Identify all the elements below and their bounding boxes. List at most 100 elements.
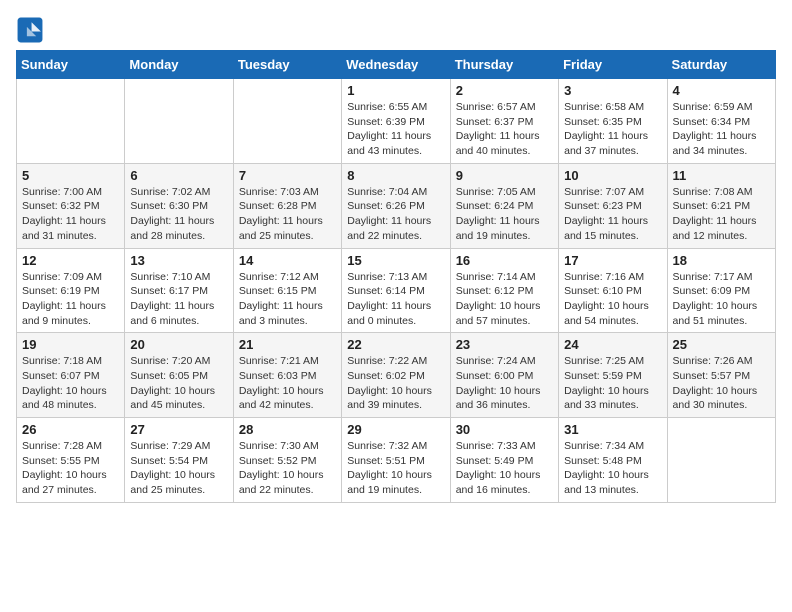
day-info: Sunrise: 6:57 AM Sunset: 6:37 PM Dayligh… [456, 100, 553, 159]
day-info: Sunrise: 7:17 AM Sunset: 6:09 PM Dayligh… [673, 270, 770, 329]
calendar-cell: 14Sunrise: 7:12 AM Sunset: 6:15 PM Dayli… [233, 248, 341, 333]
day-info: Sunrise: 7:07 AM Sunset: 6:23 PM Dayligh… [564, 185, 661, 244]
day-info: Sunrise: 7:04 AM Sunset: 6:26 PM Dayligh… [347, 185, 444, 244]
day-info: Sunrise: 7:29 AM Sunset: 5:54 PM Dayligh… [130, 439, 227, 498]
day-info: Sunrise: 7:00 AM Sunset: 6:32 PM Dayligh… [22, 185, 119, 244]
calendar-cell [667, 418, 775, 503]
calendar-cell: 7 Sunrise: 7:03 AM Sunset: 6:28 PM Daylig… [233, 163, 341, 248]
weekday-header-sunday: Sunday [17, 51, 125, 79]
calendar-cell: 6 Sunrise: 7:02 AM Sunset: 6:30 PM Daylig… [125, 163, 233, 248]
day-number: 24 [564, 337, 661, 352]
calendar-cell: 18 Sunrise: 7:17 AM Sunset: 6:09 PM Dayli… [667, 248, 775, 333]
day-info: Sunrise: 7:28 AM Sunset: 5:55 PM Dayligh… [22, 439, 119, 498]
logo [16, 16, 48, 44]
page-header [16, 16, 776, 44]
calendar-cell: 8 Sunrise: 7:04 AM Sunset: 6:26 PM Daylig… [342, 163, 450, 248]
day-number: 12 [22, 253, 119, 268]
day-info: Sunrise: 7:32 AM Sunset: 5:51 PM Dayligh… [347, 439, 444, 498]
day-number: 14 [239, 253, 336, 268]
day-number: 26 [22, 422, 119, 437]
day-number: 8 [347, 168, 444, 183]
calendar-cell: 10 Sunrise: 7:07 AM Sunset: 6:23 PM Dayli… [559, 163, 667, 248]
calendar-cell: 30Sunrise: 7:33 AM Sunset: 5:49 PM Dayli… [450, 418, 558, 503]
calendar-cell: 21 Sunrise: 7:21 AM Sunset: 6:03 PM Dayli… [233, 333, 341, 418]
logo-icon [16, 16, 44, 44]
calendar-cell: 3Sunrise: 6:58 AM Sunset: 6:35 PM Daylig… [559, 79, 667, 164]
day-number: 23 [456, 337, 553, 352]
day-info: Sunrise: 7:33 AM Sunset: 5:49 PM Dayligh… [456, 439, 553, 498]
day-info: Sunrise: 7:30 AM Sunset: 5:52 PM Dayligh… [239, 439, 336, 498]
weekday-header-tuesday: Tuesday [233, 51, 341, 79]
calendar-cell: 26 Sunrise: 7:28 AM Sunset: 5:55 PM Dayli… [17, 418, 125, 503]
day-number: 21 [239, 337, 336, 352]
calendar-cell: 24 Sunrise: 7:25 AM Sunset: 5:59 PM Dayli… [559, 333, 667, 418]
day-info: Sunrise: 7:13 AM Sunset: 6:14 PM Dayligh… [347, 270, 444, 329]
calendar-cell: 28 Sunrise: 7:30 AM Sunset: 5:52 PM Dayli… [233, 418, 341, 503]
day-number: 1 [347, 83, 444, 98]
calendar-cell: 17 Sunrise: 7:16 AM Sunset: 6:10 PM Dayli… [559, 248, 667, 333]
day-number: 27 [130, 422, 227, 437]
calendar-cell: 2Sunrise: 6:57 AM Sunset: 6:37 PM Daylig… [450, 79, 558, 164]
calendar-cell: 16 Sunrise: 7:14 AM Sunset: 6:12 PM Dayli… [450, 248, 558, 333]
weekday-header-wednesday: Wednesday [342, 51, 450, 79]
calendar-cell: 29 Sunrise: 7:32 AM Sunset: 5:51 PM Dayli… [342, 418, 450, 503]
day-info: Sunrise: 7:05 AM Sunset: 6:24 PM Dayligh… [456, 185, 553, 244]
day-number: 9 [456, 168, 553, 183]
calendar-cell: 9 Sunrise: 7:05 AM Sunset: 6:24 PM Daylig… [450, 163, 558, 248]
calendar-week-row: 1Sunrise: 6:55 AM Sunset: 6:39 PM Daylig… [17, 79, 776, 164]
calendar-header-row: SundayMondayTuesdayWednesdayThursdayFrid… [17, 51, 776, 79]
day-number: 4 [673, 83, 770, 98]
day-info: Sunrise: 7:34 AM Sunset: 5:48 PM Dayligh… [564, 439, 661, 498]
calendar-cell: 22 Sunrise: 7:22 AM Sunset: 6:02 PM Dayli… [342, 333, 450, 418]
calendar-cell: 1Sunrise: 6:55 AM Sunset: 6:39 PM Daylig… [342, 79, 450, 164]
day-number: 22 [347, 337, 444, 352]
calendar-cell: 11 Sunrise: 7:08 AM Sunset: 6:21 PM Dayli… [667, 163, 775, 248]
day-number: 18 [673, 253, 770, 268]
day-info: Sunrise: 7:02 AM Sunset: 6:30 PM Dayligh… [130, 185, 227, 244]
day-info: Sunrise: 7:26 AM Sunset: 5:57 PM Dayligh… [673, 354, 770, 413]
calendar-cell: 27 Sunrise: 7:29 AM Sunset: 5:54 PM Dayli… [125, 418, 233, 503]
day-info: Sunrise: 7:09 AM Sunset: 6:19 PM Dayligh… [22, 270, 119, 329]
day-info: Sunrise: 7:10 AM Sunset: 6:17 PM Dayligh… [130, 270, 227, 329]
calendar-week-row: 19Sunrise: 7:18 AM Sunset: 6:07 PM Dayli… [17, 333, 776, 418]
calendar-table: SundayMondayTuesdayWednesdayThursdayFrid… [16, 50, 776, 503]
day-number: 19 [22, 337, 119, 352]
day-info: Sunrise: 7:22 AM Sunset: 6:02 PM Dayligh… [347, 354, 444, 413]
day-info: Sunrise: 7:21 AM Sunset: 6:03 PM Dayligh… [239, 354, 336, 413]
weekday-header-thursday: Thursday [450, 51, 558, 79]
calendar-week-row: 26 Sunrise: 7:28 AM Sunset: 5:55 PM Dayli… [17, 418, 776, 503]
day-info: Sunrise: 7:24 AM Sunset: 6:00 PM Dayligh… [456, 354, 553, 413]
calendar-cell [125, 79, 233, 164]
day-number: 16 [456, 253, 553, 268]
day-info: Sunrise: 7:25 AM Sunset: 5:59 PM Dayligh… [564, 354, 661, 413]
day-number: 11 [673, 168, 770, 183]
calendar-cell: 13Sunrise: 7:10 AM Sunset: 6:17 PM Dayli… [125, 248, 233, 333]
day-info: Sunrise: 7:08 AM Sunset: 6:21 PM Dayligh… [673, 185, 770, 244]
calendar-cell: 15 Sunrise: 7:13 AM Sunset: 6:14 PM Dayli… [342, 248, 450, 333]
calendar-cell [17, 79, 125, 164]
day-info: Sunrise: 7:03 AM Sunset: 6:28 PM Dayligh… [239, 185, 336, 244]
day-info: Sunrise: 7:14 AM Sunset: 6:12 PM Dayligh… [456, 270, 553, 329]
day-number: 17 [564, 253, 661, 268]
calendar-cell: 12 Sunrise: 7:09 AM Sunset: 6:19 PM Dayli… [17, 248, 125, 333]
calendar-cell: 19Sunrise: 7:18 AM Sunset: 6:07 PM Dayli… [17, 333, 125, 418]
day-number: 15 [347, 253, 444, 268]
day-number: 25 [673, 337, 770, 352]
calendar-cell: 23 Sunrise: 7:24 AM Sunset: 6:00 PM Dayli… [450, 333, 558, 418]
calendar-cell: 31Sunrise: 7:34 AM Sunset: 5:48 PM Dayli… [559, 418, 667, 503]
day-number: 28 [239, 422, 336, 437]
day-info: Sunrise: 7:20 AM Sunset: 6:05 PM Dayligh… [130, 354, 227, 413]
calendar-cell: 20 Sunrise: 7:20 AM Sunset: 6:05 PM Dayli… [125, 333, 233, 418]
day-info: Sunrise: 7:16 AM Sunset: 6:10 PM Dayligh… [564, 270, 661, 329]
day-number: 29 [347, 422, 444, 437]
day-info: Sunrise: 6:58 AM Sunset: 6:35 PM Dayligh… [564, 100, 661, 159]
day-number: 20 [130, 337, 227, 352]
day-number: 10 [564, 168, 661, 183]
calendar-cell: 4 Sunrise: 6:59 AM Sunset: 6:34 PM Daylig… [667, 79, 775, 164]
weekday-header-saturday: Saturday [667, 51, 775, 79]
day-number: 6 [130, 168, 227, 183]
day-number: 7 [239, 168, 336, 183]
calendar-week-row: 12 Sunrise: 7:09 AM Sunset: 6:19 PM Dayli… [17, 248, 776, 333]
day-info: Sunrise: 6:59 AM Sunset: 6:34 PM Dayligh… [673, 100, 770, 159]
calendar-cell: 25 Sunrise: 7:26 AM Sunset: 5:57 PM Dayli… [667, 333, 775, 418]
